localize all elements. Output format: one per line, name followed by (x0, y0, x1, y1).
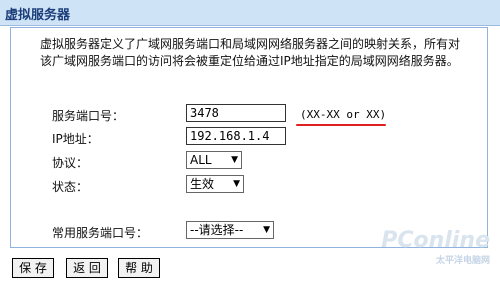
protocol-label: 协议： (52, 156, 89, 170)
chevron-down-icon: ▼ (231, 155, 238, 165)
title-bar: 虚拟服务器 (0, 0, 500, 26)
description-text: 虚拟服务器定义了广域网服务端口和局域网网络服务器之间的映射关系，所有对该广域网服… (40, 37, 461, 68)
chevron-down-icon: ▼ (263, 225, 270, 235)
service-port-hint: (XX-XX or XX) (300, 108, 387, 121)
status-label: 状态： (52, 180, 89, 194)
watermark-brand: PConline (381, 228, 490, 253)
chevron-down-icon: ▼ (233, 179, 240, 189)
ip-address-label: IP地址： (52, 132, 99, 146)
protocol-select[interactable]: ALL ▼ (186, 151, 242, 169)
hint-underline (296, 124, 386, 126)
protocol-selected-value: ALL (190, 153, 212, 167)
back-button[interactable]: 返 回 (66, 258, 108, 278)
status-select[interactable]: 生效 ▼ (186, 175, 244, 193)
ip-address-input[interactable]: 192.168.1.4 (186, 127, 286, 145)
status-selected-value: 生效 (190, 177, 215, 191)
virtual-server-window: 虚拟服务器 虚拟服务器定义了广域网服务端口和局域网网络服务器之间的映射关系，所有… (0, 0, 500, 282)
save-button[interactable]: 保 存 (12, 258, 54, 278)
service-port-label: 服务端口号： (52, 109, 125, 123)
service-port-input[interactable]: 3478 (186, 104, 286, 122)
common-port-label: 常用服务端口号： (52, 226, 149, 240)
help-button[interactable]: 帮 助 (118, 258, 160, 278)
common-port-select[interactable]: --请选择-- ▼ (186, 221, 274, 239)
button-bar: 保 存 返 回 帮 助 (0, 256, 500, 282)
window-title: 虚拟服务器 (5, 8, 71, 23)
common-port-selected-value: --请选择-- (190, 223, 244, 237)
